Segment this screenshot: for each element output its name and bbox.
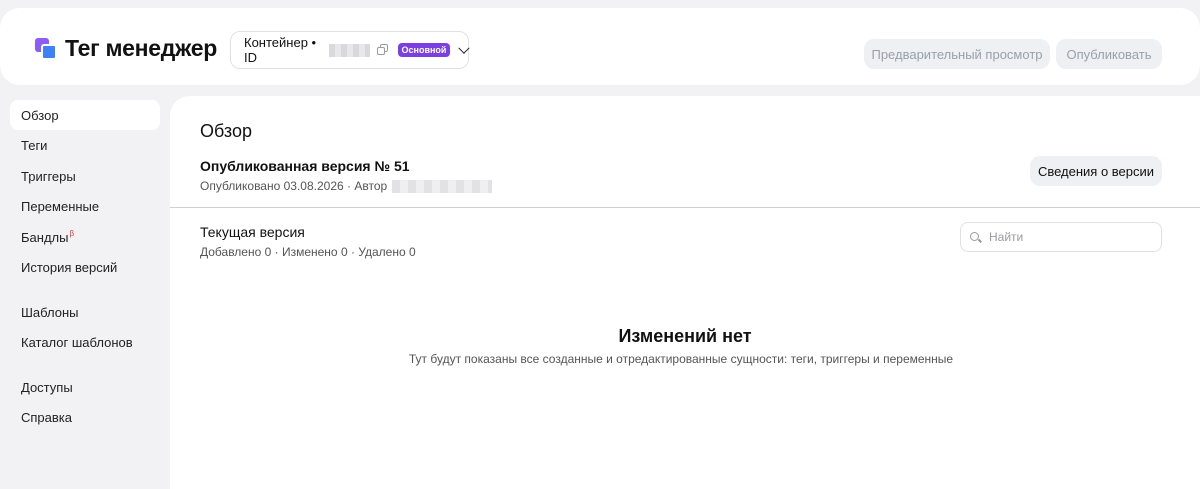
divider [170, 207, 1200, 208]
empty-state-text: Тут будут показаны все созданные и отред… [408, 352, 954, 366]
sidebar-item-label: Доступы [21, 379, 73, 395]
logo-icon [35, 37, 57, 60]
sidebar-item-variables[interactable]: Переменные [10, 192, 160, 222]
published-meta-text: Опубликовано 03.08.2026 · Автор [200, 179, 388, 193]
sidebar-item-template-catalog[interactable]: Каталог шаблонов [10, 328, 160, 358]
preview-button[interactable]: Предварительный просмотр [864, 39, 1050, 69]
sidebar-item-label: Бандлы [21, 229, 69, 245]
sidebar-item-version-history[interactable]: История версий [10, 253, 160, 283]
sidebar-item-help[interactable]: Справка [10, 403, 160, 433]
sidebar-item-triggers[interactable]: Триггеры [10, 161, 160, 191]
sidebar-item-bundles[interactable]: Бандлы β [10, 222, 160, 252]
sidebar-item-tags[interactable]: Теги [10, 131, 160, 161]
sidebar-item-label: Обзор [21, 107, 59, 123]
sidebar-item-label: Справка [21, 410, 72, 425]
container-badge: Основной [397, 43, 451, 57]
sidebar-item-label: Триггеры [21, 168, 76, 184]
search-box[interactable] [960, 222, 1162, 252]
page-title: Обзор [200, 121, 252, 141]
sidebar-item-label: Переменные [21, 199, 100, 214]
sidebar-item-label: История версий [21, 260, 118, 275]
container-id-redacted [329, 43, 371, 57]
version-details-button[interactable]: Сведения о версии [1030, 156, 1162, 186]
beta-badge: β [69, 229, 75, 238]
sidebar-item-label: Каталог шаблонов [21, 335, 133, 350]
container-label: Контейнер • ID [244, 35, 317, 65]
sidebar-item-label: Шаблоны [21, 304, 79, 320]
container-selector[interactable]: Контейнер • ID Основной [230, 31, 470, 69]
published-version-meta: Опубликовано 03.08.2026 · Автор [200, 179, 493, 193]
current-version-title: Текущая версия [200, 224, 305, 240]
published-version-title: Опубликованная версия № 51 [200, 158, 410, 174]
search-icon [970, 231, 982, 243]
sidebar-item-templates[interactable]: Шаблоны [10, 297, 160, 327]
current-version-meta: Добавлено 0 · Изменено 0 · Удалено 0 [200, 245, 416, 259]
app-logo[interactable]: Тег менеджер [35, 35, 217, 62]
chevron-down-icon [458, 42, 470, 54]
sidebar-nav: Обзор Теги Триггеры Переменные Бандлы β И… [10, 100, 160, 433]
author-redacted [392, 179, 493, 193]
search-input[interactable] [989, 230, 1149, 244]
publish-button[interactable]: Опубликовать [1056, 39, 1162, 69]
app-title: Тег менеджер [65, 35, 217, 61]
copy-icon[interactable] [377, 44, 389, 56]
main-panel: Обзор Опубликованная версия № 51 Опублик… [170, 96, 1200, 489]
top-header: Тег менеджер Контейнер • ID Основной Пре… [0, 8, 1200, 85]
sidebar-item-access[interactable]: Доступы [10, 372, 160, 402]
sidebar-item-label: Теги [21, 138, 48, 153]
empty-state-title: Изменений нет [618, 326, 752, 346]
sidebar-item-overview[interactable]: Обзор [10, 100, 160, 130]
